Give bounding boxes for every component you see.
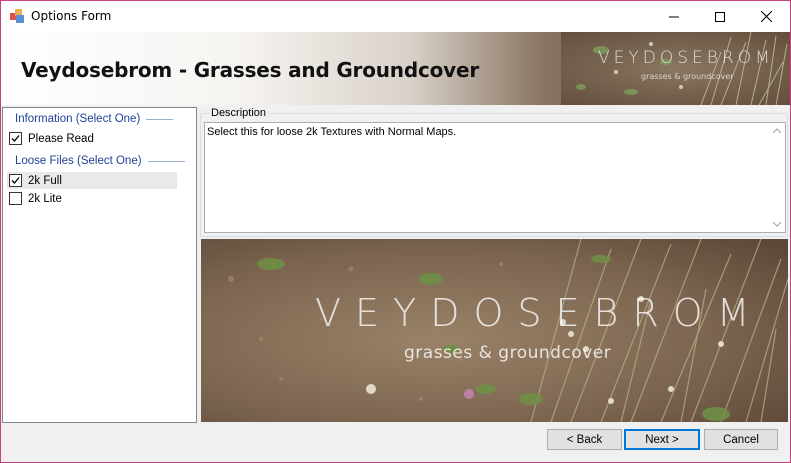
option-label: Please Read: [28, 132, 94, 145]
close-icon: [760, 11, 772, 22]
option-2k-full[interactable]: 2k Full: [7, 172, 177, 189]
group-header-label: Information (Select One): [15, 113, 141, 125]
next-button[interactable]: Next >: [624, 429, 700, 450]
close-button[interactable]: [743, 1, 789, 32]
banner-title: Veydosebrom - Grasses and Groundcover: [21, 58, 480, 82]
please-read-checkbox[interactable]: [9, 132, 22, 145]
option-2k-lite[interactable]: 2k Lite: [7, 190, 177, 207]
2k-lite-checkbox[interactable]: [9, 192, 22, 205]
app-window-icon: [10, 9, 24, 23]
back-button[interactable]: < Back: [547, 429, 622, 450]
banner-photo: [561, 32, 790, 105]
option-label: 2k Full: [28, 174, 62, 187]
group-header-information: Information (Select One): [15, 112, 174, 126]
description-textbox[interactable]: Select this for loose 2k Textures with N…: [204, 122, 786, 233]
group-header-label: Loose Files (Select One): [15, 155, 142, 167]
options-form-window: Options Form Veydosebrom - Grasses and G…: [0, 0, 791, 463]
minimize-icon: [669, 16, 679, 17]
group-divider: [147, 160, 185, 162]
preview-subtitle: grasses & groundcover: [404, 343, 612, 363]
cancel-button[interactable]: Cancel: [704, 429, 778, 450]
group-divider: [146, 118, 174, 120]
minimize-button[interactable]: [651, 1, 697, 32]
banner-watermark: VEYDOSEBROM: [598, 48, 774, 68]
description-scrollbar[interactable]: [769, 123, 785, 232]
preview-image: VEYDOSEBROM grasses & groundcover: [201, 239, 788, 422]
window-title: Options Form: [31, 9, 112, 23]
banner-watermark-subtitle: grasses & groundcover: [641, 72, 734, 81]
title-bar: Options Form: [1, 1, 790, 32]
preview-title: VEYDOSEBROM: [315, 291, 764, 335]
2k-full-checkbox[interactable]: [9, 174, 22, 187]
scroll-down-icon[interactable]: [773, 222, 781, 227]
scroll-up-icon[interactable]: [773, 128, 781, 133]
check-icon: [11, 177, 20, 184]
maximize-button[interactable]: [697, 1, 743, 32]
check-icon: [11, 135, 20, 142]
header-banner: Veydosebrom - Grasses and Groundcover VE…: [1, 32, 790, 105]
option-label: 2k Lite: [28, 192, 62, 205]
maximize-icon: [715, 11, 725, 22]
options-list[interactable]: Information (Select One) Please Read Loo…: [2, 107, 197, 423]
option-please-read[interactable]: Please Read: [7, 130, 177, 147]
description-text: Select this for loose 2k Textures with N…: [207, 126, 457, 138]
group-header-loose-files: Loose Files (Select One): [15, 154, 185, 168]
description-legend: Description: [209, 107, 269, 119]
